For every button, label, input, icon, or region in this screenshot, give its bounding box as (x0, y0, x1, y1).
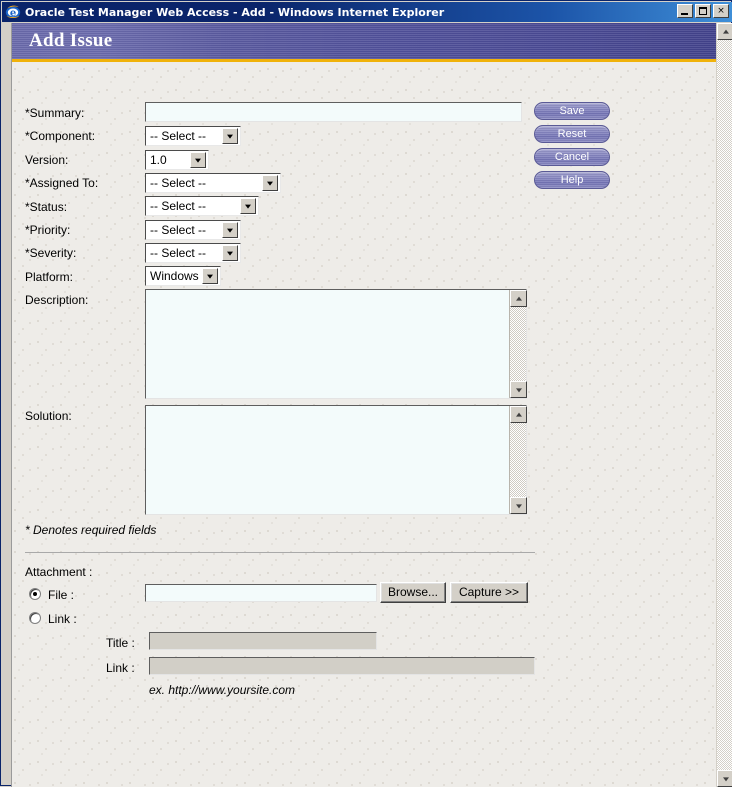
window-title: Oracle Test Manager Web Access - Add - W… (25, 5, 445, 19)
browse-button[interactable]: Browse... (380, 582, 446, 603)
priority-select-value: -- Select -- (150, 223, 207, 237)
label-status: *Status: (25, 200, 68, 214)
scroll-up-button[interactable] (510, 290, 527, 307)
severity-select-value: -- Select -- (150, 246, 207, 260)
component-select-value: -- Select -- (150, 129, 207, 143)
attachment-heading: Attachment : (25, 565, 93, 579)
status-select-value: -- Select -- (150, 199, 207, 213)
label-severity: *Severity: (25, 246, 77, 260)
label-component: *Component: (25, 129, 96, 143)
label-platform: Platform: (25, 270, 74, 284)
page-scrollbar[interactable] (716, 23, 732, 787)
solution-textarea[interactable] (146, 406, 509, 514)
attachment-link-label: Link : (48, 612, 77, 626)
summary-input[interactable] (145, 102, 522, 122)
page-content: Add Issue *Summary: *Component: -- Selec… (11, 23, 732, 787)
priority-select[interactable]: -- Select -- (145, 220, 241, 240)
description-textarea-wrap (145, 289, 527, 399)
assigned-to-select-value: -- Select -- (150, 176, 207, 190)
label-version: Version: (25, 153, 69, 167)
solution-textarea-wrap (145, 405, 527, 515)
required-fields-note: * Denotes required fields (25, 523, 157, 537)
chevron-down-icon (262, 175, 278, 191)
attachment-title-input[interactable] (149, 632, 377, 650)
window-controls: × (677, 4, 729, 18)
attachment-link-url-label: Link : (106, 661, 135, 675)
svg-text:e: e (10, 8, 16, 19)
attachment-file-radio[interactable] (29, 588, 41, 600)
page-banner: Add Issue (12, 23, 717, 62)
chevron-down-icon (190, 152, 206, 168)
section-divider (25, 552, 535, 553)
close-button[interactable]: × (713, 4, 729, 18)
solution-scrollbar[interactable] (509, 406, 527, 514)
severity-select[interactable]: -- Select -- (145, 243, 241, 263)
description-scrollbar[interactable] (509, 290, 527, 398)
minimize-button[interactable] (677, 4, 693, 18)
chevron-down-icon (222, 245, 238, 261)
label-description: Description: (25, 293, 89, 307)
chevron-down-icon (222, 128, 238, 144)
maximize-button[interactable] (695, 4, 711, 18)
capture-button[interactable]: Capture >> (450, 582, 528, 603)
platform-select-value: Windows (150, 269, 199, 283)
help-button[interactable]: Help (534, 171, 610, 189)
version-select-value: 1.0 (150, 153, 167, 167)
attachment-link-url-input[interactable] (149, 657, 535, 675)
scroll-up-button[interactable] (717, 23, 732, 40)
attachment-link-radio[interactable] (29, 612, 41, 624)
label-priority: *Priority: (25, 223, 71, 237)
platform-select[interactable]: Windows (145, 266, 221, 286)
assigned-to-select[interactable]: -- Select -- (145, 173, 281, 193)
close-icon: × (717, 6, 725, 16)
description-textarea[interactable] (146, 290, 509, 398)
attachment-example-text: ex. http://www.yoursite.com (149, 683, 296, 697)
page-title: Add Issue (29, 30, 113, 51)
cancel-button[interactable]: Cancel (534, 148, 610, 166)
attachment-file-label: File : (48, 588, 75, 602)
scroll-down-button[interactable] (510, 381, 527, 398)
status-select[interactable]: -- Select -- (145, 196, 259, 216)
chevron-down-icon (222, 222, 238, 238)
save-button[interactable]: Save (534, 102, 610, 120)
version-select[interactable]: 1.0 (145, 150, 209, 170)
label-assigned-to: *Assigned To: (25, 176, 99, 190)
attachment-file-input[interactable] (145, 584, 377, 602)
scroll-down-button[interactable] (717, 770, 732, 787)
scroll-down-button[interactable] (510, 497, 527, 514)
label-solution: Solution: (25, 409, 72, 423)
chevron-down-icon (202, 268, 218, 284)
label-summary: *Summary: (25, 106, 85, 120)
scroll-up-button[interactable] (510, 406, 527, 423)
window-titlebar: e Oracle Test Manager Web Access - Add -… (2, 2, 732, 22)
chevron-down-icon (240, 198, 256, 214)
attachment-title-label: Title : (106, 636, 135, 650)
reset-button[interactable]: Reset (534, 125, 610, 143)
internet-explorer-icon: e (5, 4, 21, 20)
component-select[interactable]: -- Select -- (145, 126, 241, 146)
browser-window: e Oracle Test Manager Web Access - Add -… (0, 0, 732, 787)
